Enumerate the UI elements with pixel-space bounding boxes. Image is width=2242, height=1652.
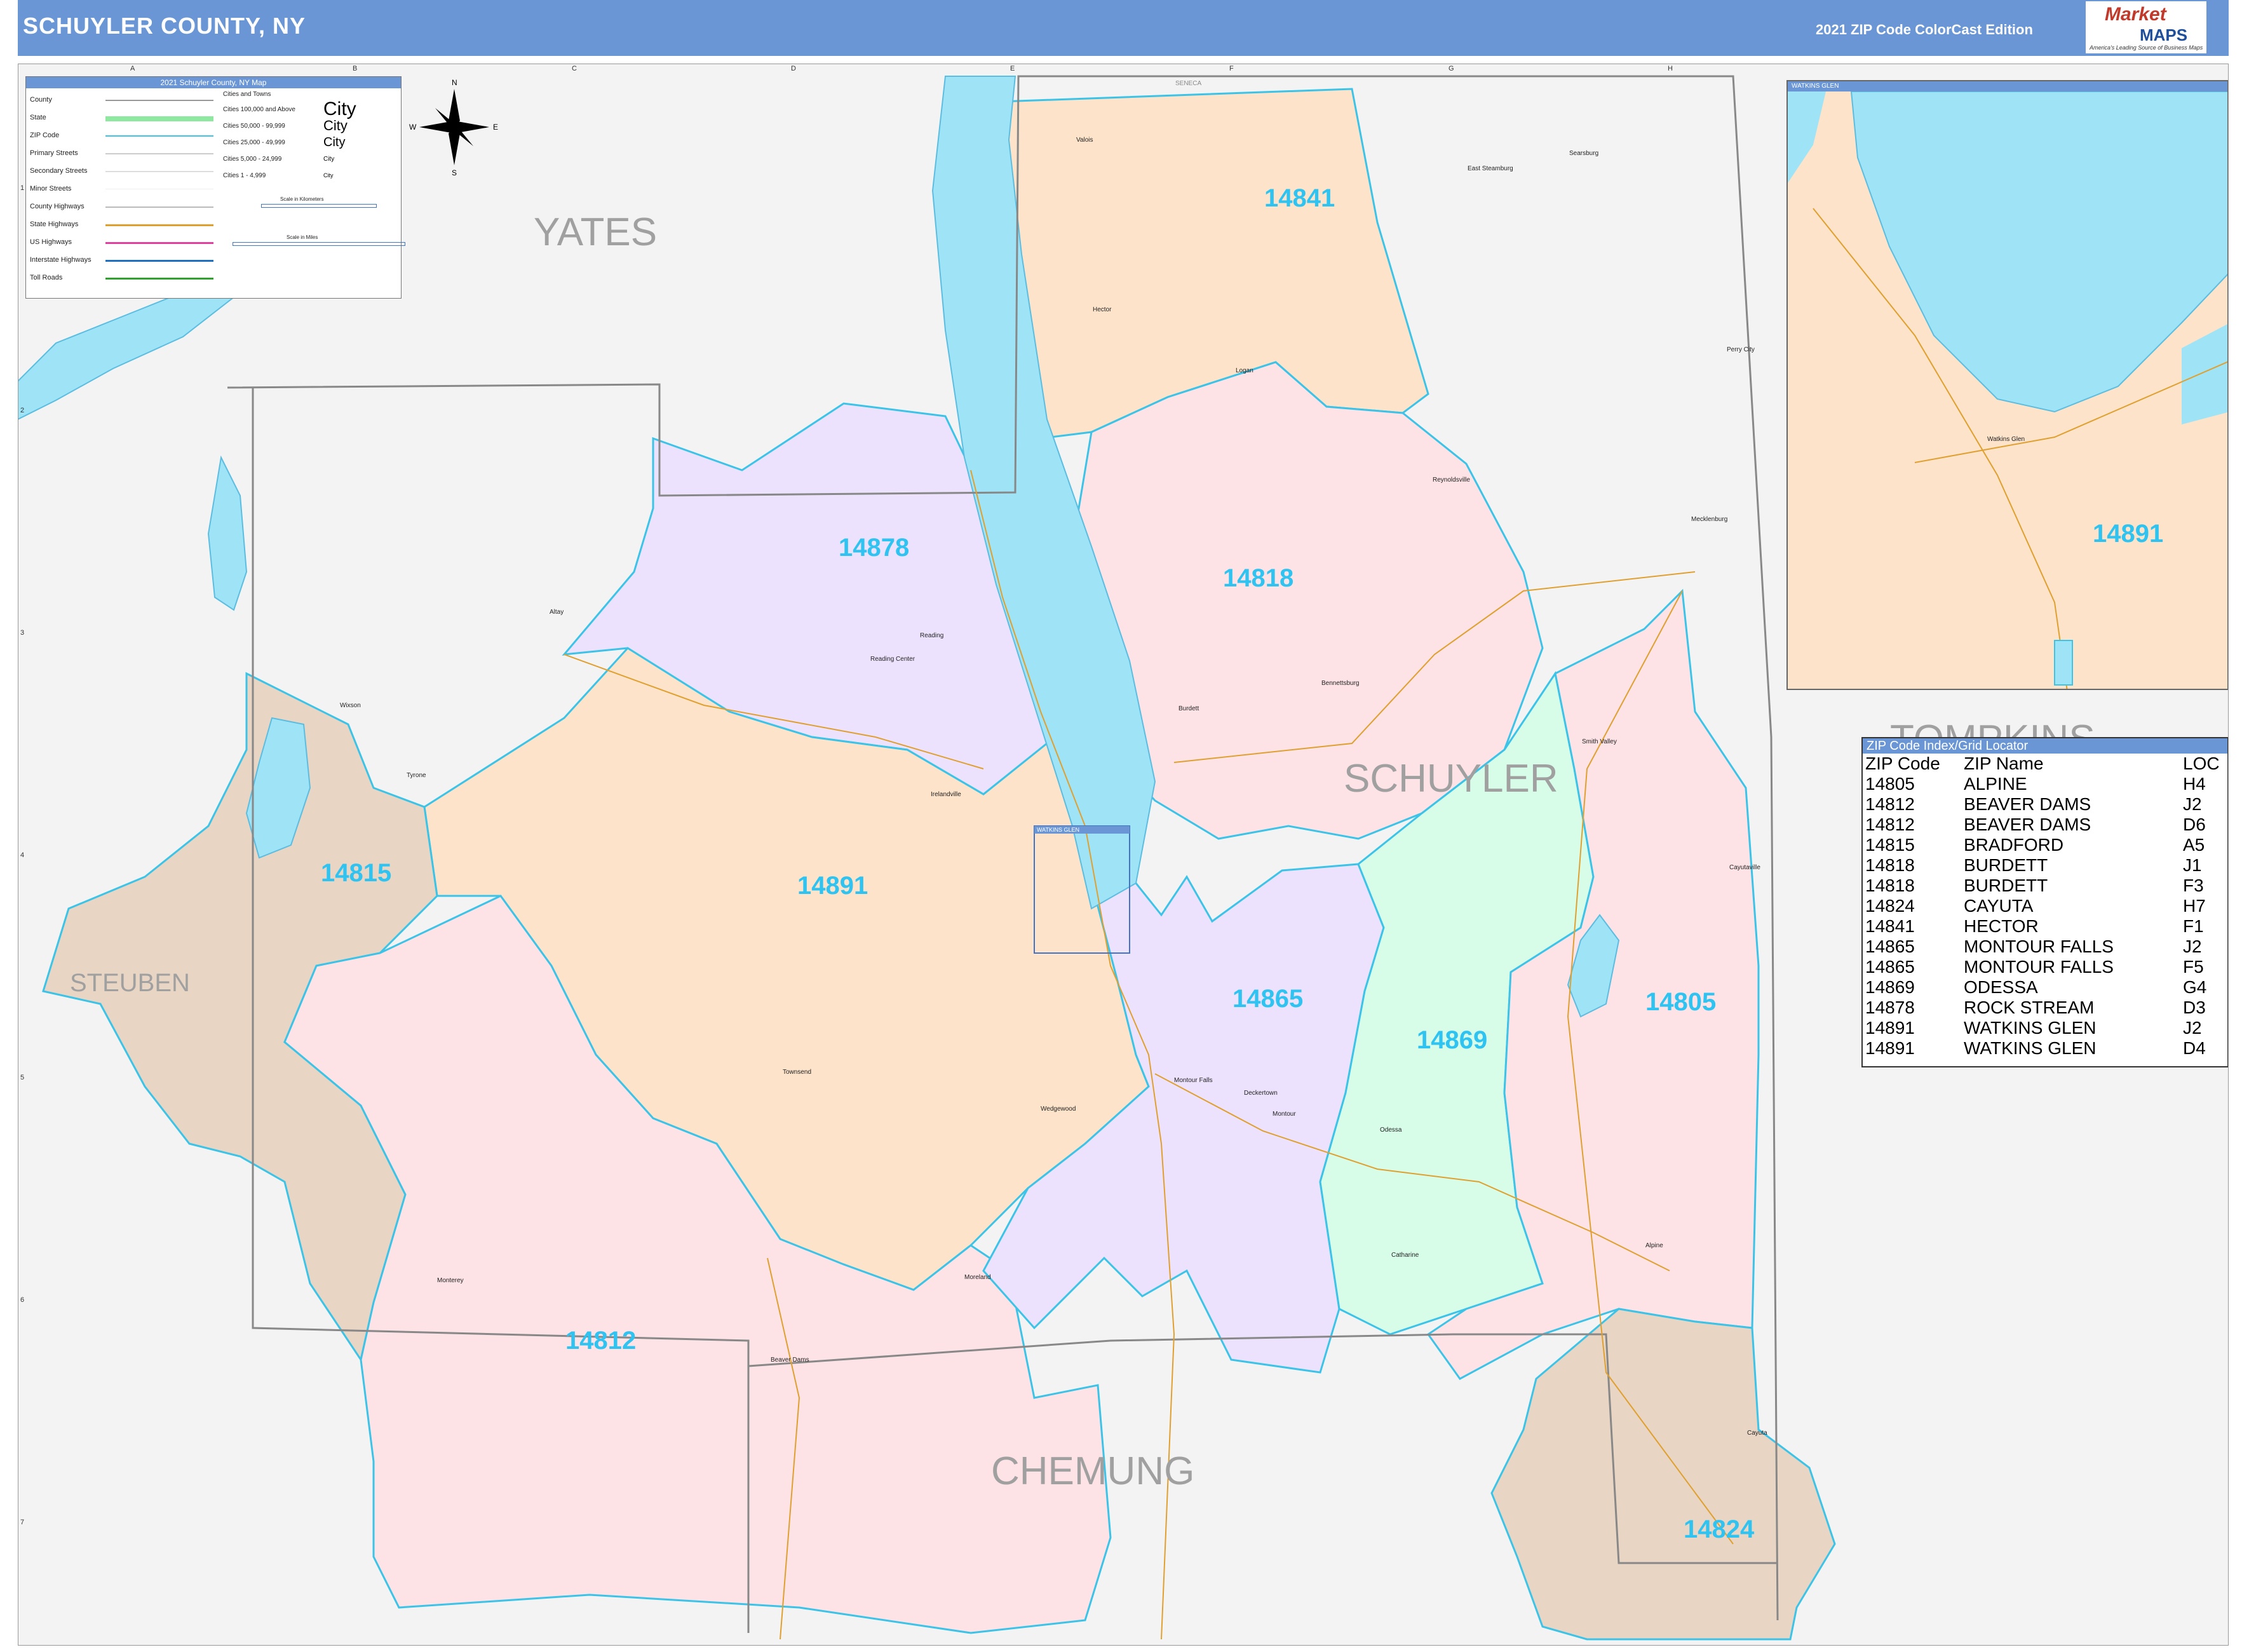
market-maps-logo: Market MAPS America's Leading Source of … xyxy=(2086,1,2206,53)
edition-label: 2021 ZIP Code ColorCast Edition xyxy=(1816,22,2033,37)
map-frame xyxy=(18,64,2229,1646)
logo-tagline: America's Leading Source of Business Map… xyxy=(2090,44,2203,51)
logo-line1: Market xyxy=(2105,4,2166,25)
header-bar: SCHUYLER COUNTY, NY 2021 ZIP Code ColorC… xyxy=(18,0,2229,56)
page-title: SCHUYLER COUNTY, NY xyxy=(23,13,306,39)
logo-line2: MAPS xyxy=(2140,25,2188,44)
